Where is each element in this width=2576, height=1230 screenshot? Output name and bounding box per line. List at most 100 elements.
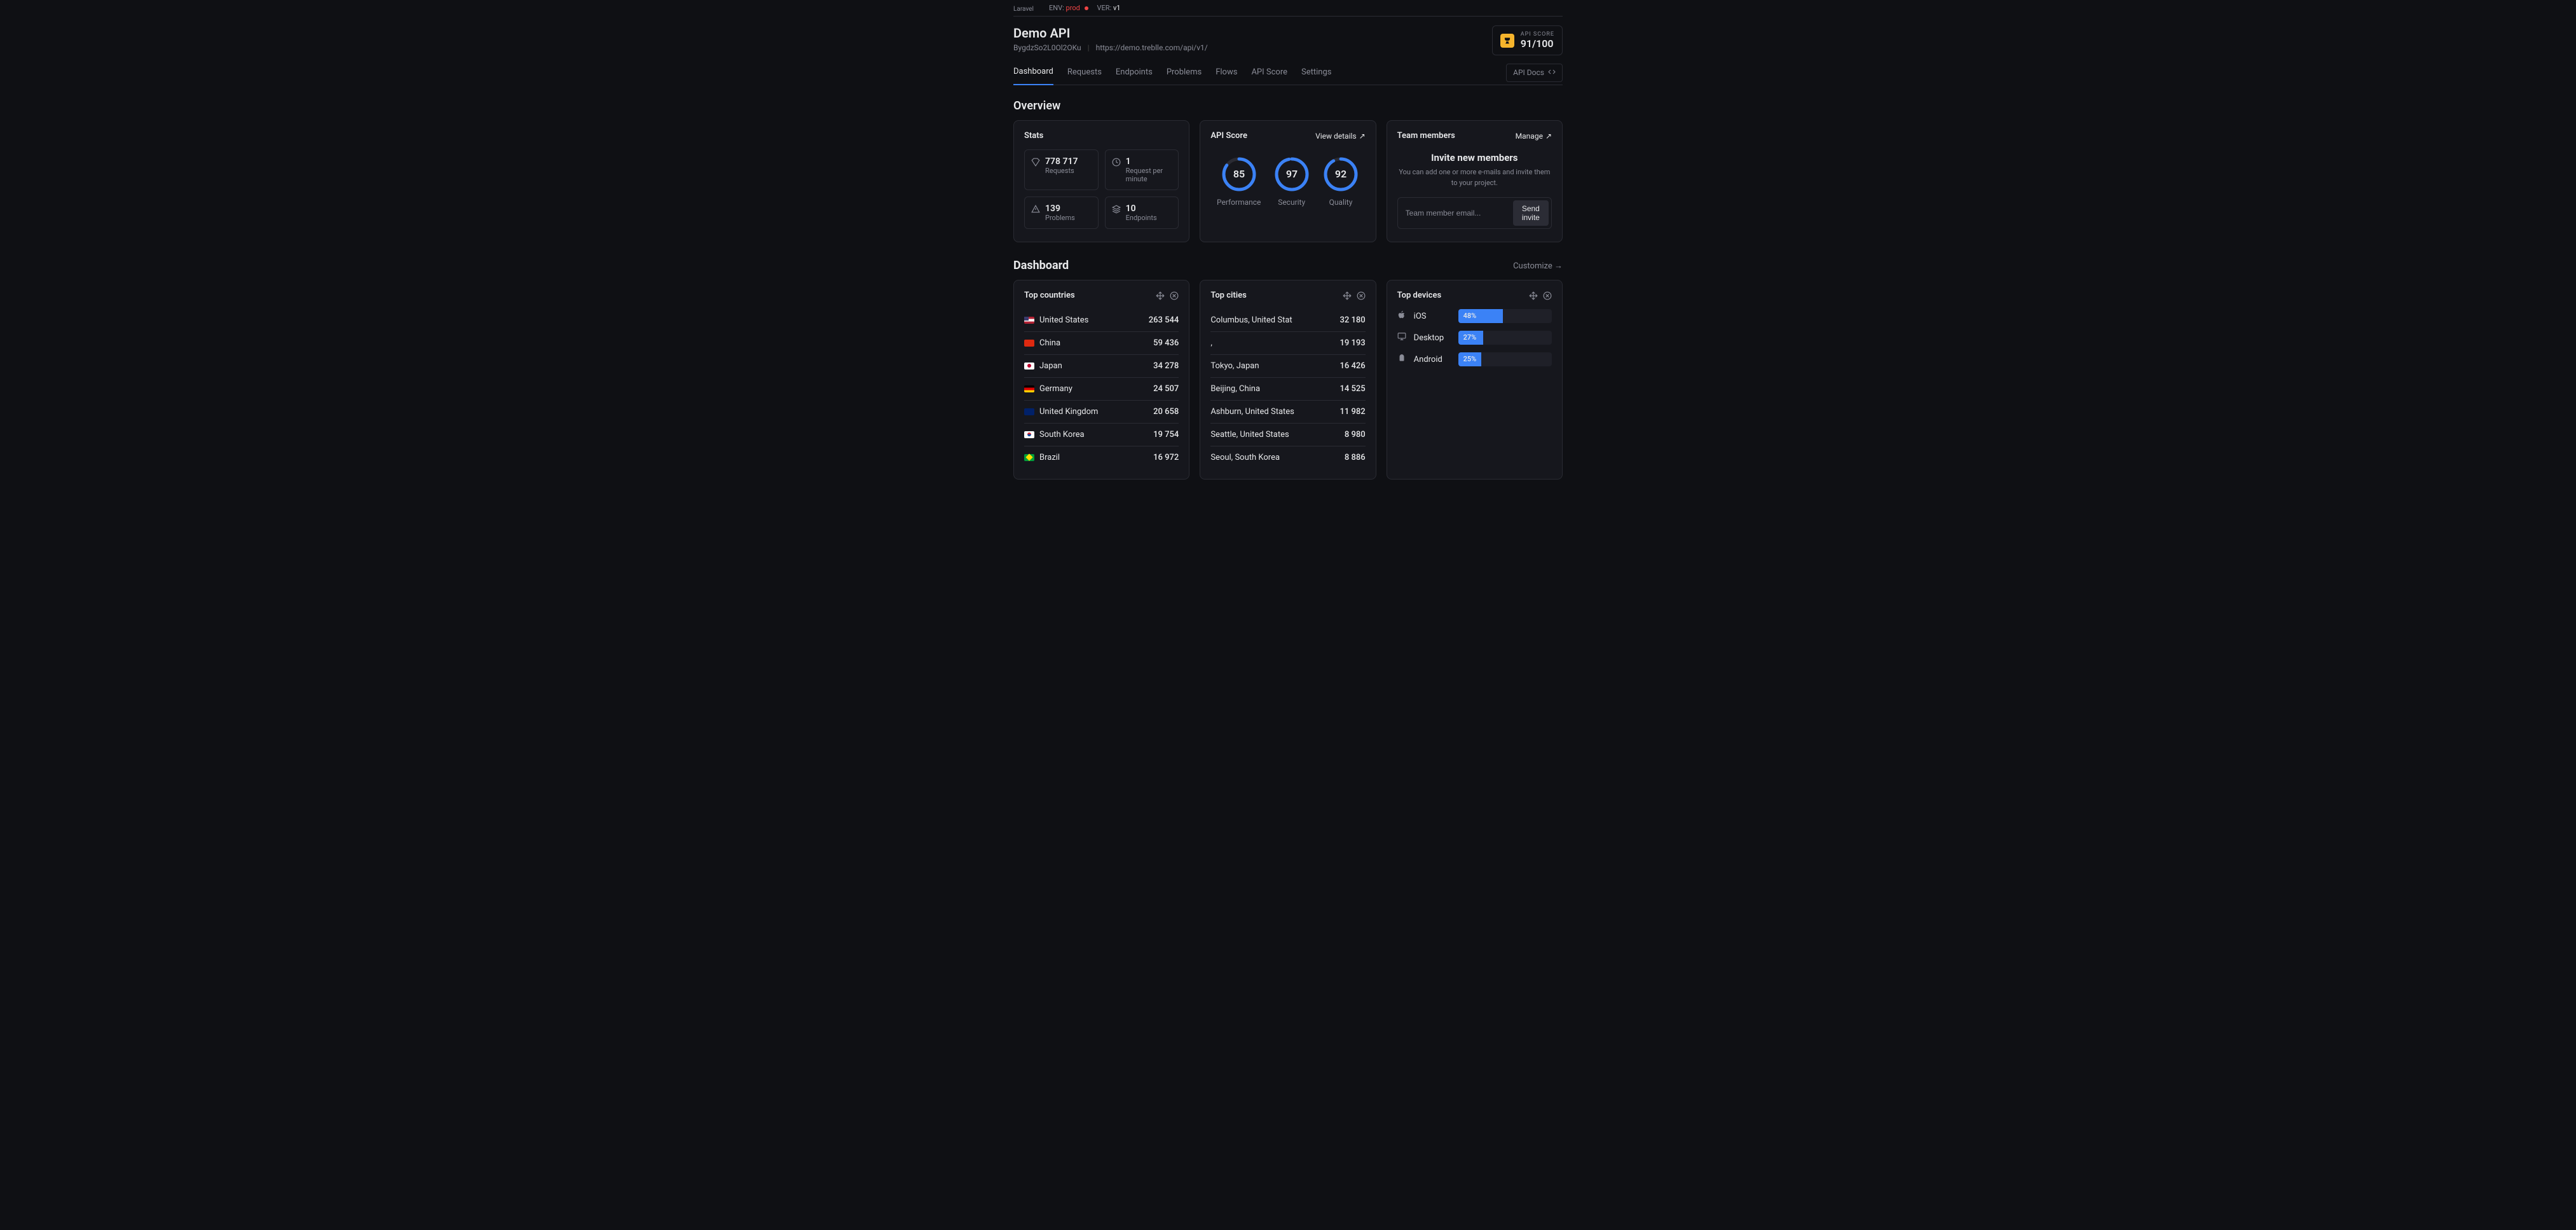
api-url[interactable]: https://demo.treblle.com/api/v1/	[1096, 43, 1208, 52]
top-devices-card: Top devices iOS 48% Desktop 27% Android …	[1387, 280, 1563, 480]
table-row[interactable]: Seoul, South Korea 8 886	[1210, 446, 1365, 469]
close-icon[interactable]	[1170, 291, 1179, 300]
flag-icon	[1024, 431, 1034, 438]
table-row[interactable]: Beijing, China 14 525	[1210, 378, 1365, 401]
send-invite-button[interactable]: Send invite	[1513, 200, 1549, 226]
tab-dashboard[interactable]: Dashboard	[1013, 60, 1053, 85]
clock-icon	[1112, 158, 1121, 169]
api-docs-button[interactable]: API Docs	[1506, 64, 1563, 82]
city-value: 16 426	[1329, 355, 1366, 378]
table-row[interactable]: , 19 193	[1210, 332, 1365, 355]
country-value: 19 754	[1134, 424, 1179, 446]
table-row[interactable]: Germany 24 507	[1024, 378, 1179, 401]
table-row[interactable]: Columbus, United Stat 32 180	[1210, 309, 1365, 332]
desktop-icon	[1397, 332, 1408, 343]
svg-text:92: 92	[1335, 168, 1346, 180]
stat-label: Endpoints	[1126, 214, 1157, 222]
env-label: ENV:	[1049, 4, 1064, 12]
device-bar: 48%	[1458, 309, 1552, 323]
framework-logo: Laravel	[1013, 4, 1040, 12]
tab-endpoints[interactable]: Endpoints	[1116, 61, 1153, 85]
apple-icon	[1397, 310, 1408, 322]
tab-api-score[interactable]: API Score	[1251, 61, 1287, 85]
move-icon[interactable]	[1343, 291, 1352, 300]
city-name: Tokyo, Japan	[1210, 361, 1259, 371]
city-value: 8 980	[1329, 424, 1366, 446]
nav-tabs: Dashboard Requests Endpoints Problems Flows A…	[1013, 60, 1563, 85]
city-name: Columbus, United Stat	[1210, 315, 1292, 325]
close-icon[interactable]	[1357, 291, 1366, 300]
tab-requests[interactable]: Requests	[1067, 61, 1102, 85]
device-row: iOS 48%	[1397, 309, 1552, 323]
score-ring-security: 97 Security	[1273, 156, 1310, 207]
country-name: Japan	[1039, 361, 1062, 371]
stat-tile: 778 717 Requests	[1024, 149, 1099, 190]
city-value: 8 886	[1329, 446, 1366, 469]
table-row[interactable]: Japan 34 278	[1024, 355, 1179, 378]
svg-text:85: 85	[1233, 168, 1245, 180]
flag-icon	[1024, 454, 1034, 461]
api-id: BygdzSo2L0Ol2OKu	[1013, 43, 1081, 52]
city-name: Beijing, China	[1210, 384, 1260, 394]
table-row[interactable]: United Kingdom 20 658	[1024, 401, 1179, 424]
top-countries-card: Top countries United States 263 544 Chin…	[1013, 280, 1189, 480]
tab-settings[interactable]: Settings	[1301, 61, 1331, 85]
device-name: Android	[1414, 355, 1452, 364]
close-icon[interactable]	[1543, 291, 1552, 300]
score-label: API SCORE	[1521, 31, 1554, 38]
table-row[interactable]: China 59 436	[1024, 332, 1179, 355]
api-docs-label: API Docs	[1513, 68, 1544, 77]
city-name: Seoul, South Korea	[1210, 453, 1280, 462]
device-bar: 25%	[1458, 352, 1552, 366]
device-row: Desktop 27%	[1397, 331, 1552, 345]
manage-link[interactable]: Manage ↗	[1516, 132, 1552, 141]
device-pct: 25%	[1463, 352, 1477, 366]
tab-problems[interactable]: Problems	[1167, 61, 1202, 85]
android-icon	[1397, 354, 1408, 365]
tab-flows[interactable]: Flows	[1216, 61, 1237, 85]
stat-value: 10	[1126, 204, 1157, 214]
country-value: 16 972	[1134, 446, 1179, 469]
country-value: 24 507	[1134, 378, 1179, 401]
city-value: 14 525	[1329, 378, 1366, 401]
env-status-dot	[1085, 6, 1088, 10]
country-name: South Korea	[1039, 430, 1085, 439]
table-row[interactable]: United States 263 544	[1024, 309, 1179, 332]
country-value: 34 278	[1134, 355, 1179, 378]
view-details-label: View details	[1315, 132, 1357, 141]
trophy-icon	[1500, 34, 1514, 48]
device-row: Android 25%	[1397, 352, 1552, 366]
stat-label: Request per minute	[1126, 167, 1172, 183]
api-score-badge[interactable]: API SCORE 91/100	[1492, 25, 1563, 55]
country-value: 59 436	[1134, 332, 1179, 355]
team-members-card: Team members Manage ↗ Invite new members…	[1387, 120, 1563, 242]
alert-icon	[1031, 205, 1040, 216]
stat-label: Problems	[1045, 214, 1075, 222]
table-row[interactable]: Tokyo, Japan 16 426	[1210, 355, 1365, 378]
flag-icon	[1024, 317, 1034, 324]
table-row[interactable]: Seattle, United States 8 980	[1210, 424, 1365, 446]
top-cities-card: Top cities Columbus, United Stat 32 180,…	[1200, 280, 1376, 480]
invite-desc: You can add one or more e-mails and invi…	[1397, 167, 1552, 188]
code-icon	[1548, 68, 1556, 78]
separator: |	[1088, 43, 1090, 52]
stats-title: Stats	[1024, 131, 1043, 141]
view-details-link[interactable]: View details ↗	[1315, 132, 1366, 141]
env-bar: Laravel ENV: prod VER: v1	[1013, 0, 1563, 17]
cities-title: Top cities	[1210, 291, 1246, 300]
customize-button[interactable]: Customize →	[1513, 261, 1563, 271]
dashboard-heading: Dashboard	[1013, 259, 1069, 272]
table-row[interactable]: Ashburn, United States 11 982	[1210, 401, 1365, 424]
country-value: 20 658	[1134, 401, 1179, 424]
svg-text:Laravel: Laravel	[1013, 6, 1034, 12]
ver-value: v1	[1113, 4, 1121, 12]
ver-label: VER:	[1097, 4, 1112, 12]
stat-tile: 1 Request per minute	[1105, 149, 1179, 190]
table-row[interactable]: Brazil 16 972	[1024, 446, 1179, 469]
table-row[interactable]: South Korea 19 754	[1024, 424, 1179, 446]
invite-email-input[interactable]	[1401, 200, 1509, 226]
countries-title: Top countries	[1024, 291, 1075, 300]
move-icon[interactable]	[1156, 291, 1165, 300]
country-name: Brazil	[1039, 453, 1060, 462]
move-icon[interactable]	[1529, 291, 1538, 300]
